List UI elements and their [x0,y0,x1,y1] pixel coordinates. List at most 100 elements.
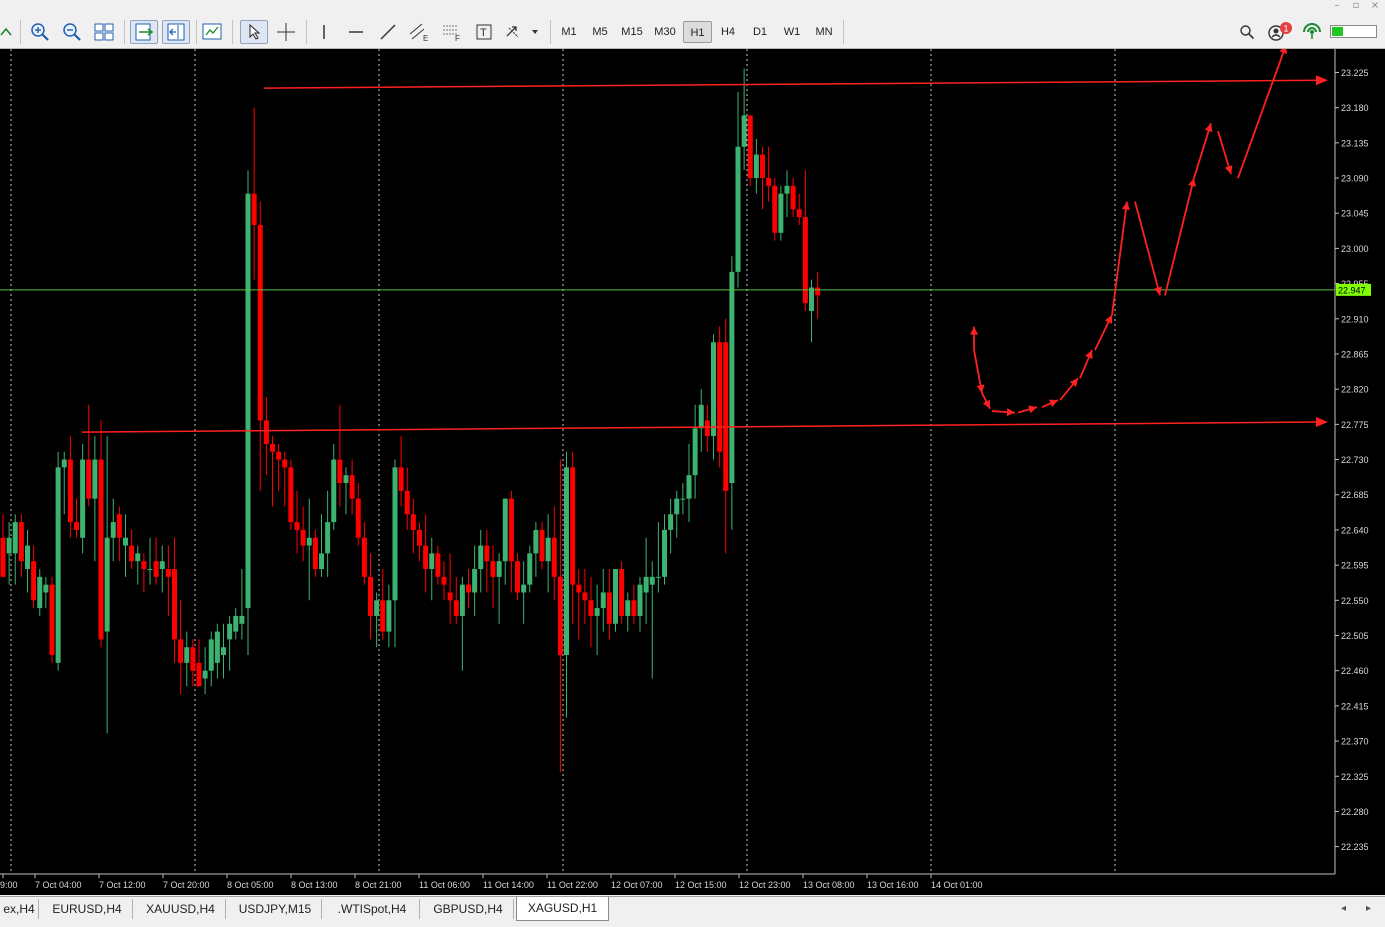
candle-body [67,459,73,523]
signal-icon[interactable] [1298,20,1326,44]
arrows-shapes-icon[interactable] [502,20,542,44]
time-tick-label: 11 Oct 06:00 [419,880,470,890]
candle-body [55,467,61,663]
price-tick-label: 22.595 [1341,561,1369,571]
account-icon[interactable]: 1 [1264,20,1294,44]
tab-xauusd-h4[interactable]: XAUUSD,H4 [136,899,226,919]
trendline-icon[interactable] [376,20,400,44]
candle-body [276,451,282,460]
timeframe-w1-button[interactable]: W1 [778,21,806,43]
toolbar-separator [843,20,844,44]
zoom-out-icon[interactable] [60,20,84,44]
candle-body [784,185,790,194]
time-tick-label: 9:00 [0,880,18,890]
candle-body [368,576,373,616]
tab-usdjpy-m15[interactable]: USDJPY,M15 [229,899,322,919]
minimize-button[interactable]: – [1330,0,1344,12]
candle-body [453,600,459,616]
candle-body [98,459,104,640]
cursor-icon[interactable] [240,20,268,44]
candle-body [582,592,588,601]
text-label-icon[interactable]: T [472,20,496,44]
timeframe-h1-button[interactable]: H1 [683,21,712,43]
candle-body [729,271,735,484]
price-tick-label: 22.910 [1341,314,1369,324]
price-tick-label: 23.045 [1341,209,1369,219]
timeframe-m30-button[interactable]: M30 [650,21,680,43]
chart-up-icon[interactable] [0,20,14,44]
tab-gbpusd-h4[interactable]: GBPUSD,H4 [423,899,514,919]
candle-body [564,467,569,656]
autoscroll-icon[interactable] [130,20,158,44]
candle-body [337,459,343,484]
candle-body [80,459,86,538]
horizontal-line-icon[interactable] [344,20,368,44]
candle-body [545,537,551,562]
tile-windows-icon[interactable] [92,20,116,44]
tabs-scroll-left-button[interactable]: ◂ [1341,903,1346,914]
candle-body [319,553,324,570]
tab-wtispot-h4[interactable]: .WTISpot,H4 [325,899,420,919]
fibonacci-icon[interactable]: F [440,20,464,44]
candle-body [668,514,674,530]
vertical-line-icon[interactable] [312,20,336,44]
timeframe-mn-button[interactable]: MN [810,21,838,43]
candle-body [490,561,496,577]
candle-body [423,545,429,570]
candle-body [325,522,331,554]
tab-eurusd-h4[interactable]: EURUSD,H4 [42,899,133,919]
candle-body [533,529,539,554]
toolbar-separator [306,20,307,44]
candle-body [233,615,239,632]
time-tick-label: 12 Oct 23:00 [739,880,791,890]
candle-body [110,522,116,538]
candle-body [398,467,404,491]
timeframe-m15-button[interactable]: M15 [617,21,647,43]
candle-body [61,459,67,468]
price-chart[interactable]: 23.225 23.180 23.135 23.090 23.045 23.000 22.9… [0,49,1385,895]
candle-body [165,569,171,577]
candle-body [625,600,631,616]
price-tick-label: 22.820 [1341,385,1369,395]
close-button[interactable]: × [1368,0,1382,12]
candle-body [527,553,533,585]
search-icon[interactable] [1236,20,1258,44]
svg-text:T: T [480,27,487,39]
price-tick-label: 22.235 [1341,842,1369,852]
candle-body [496,561,502,577]
candle-body [331,459,337,523]
price-tick-label: 22.685 [1341,490,1369,500]
candle-body [355,498,361,538]
candle-body [747,115,753,179]
candlestick-chart[interactable]: 23.225 23.180 23.135 23.090 23.045 23.000 22.9… [0,49,1385,895]
connection-status-bar [1330,20,1378,44]
tab-xagusd-h1[interactable]: XAGUSD,H1 [516,897,609,921]
chart-shift-icon[interactable] [162,20,190,44]
candle-body [711,342,716,437]
candle-body [214,631,220,663]
tab-exh4[interactable]: ex,H4 [0,899,39,919]
timeframe-m1-button[interactable]: M1 [555,21,583,43]
candle-body [790,185,796,210]
equidistant-channel-icon[interactable]: E [406,20,434,44]
candle-body [557,576,563,656]
time-tick-label: 8 Oct 21:00 [355,880,402,890]
candle-body [74,522,79,530]
templates-icon[interactable] [200,20,226,44]
restore-button[interactable]: ▫ [1349,0,1363,12]
timeframe-m5-button[interactable]: M5 [586,21,614,43]
candle-body [49,584,55,656]
tabs-scroll-right-button[interactable]: ▸ [1366,903,1371,914]
candle-body [349,475,355,499]
svg-text:E: E [423,34,428,42]
candle-body [123,537,128,546]
timeframe-h4-button[interactable]: H4 [714,21,742,43]
candle-body [637,584,643,616]
timeframe-d1-button[interactable]: D1 [746,21,774,43]
crosshair-icon[interactable] [274,20,298,44]
candle-body [343,475,349,484]
candle-body [441,576,447,585]
chart-background [0,49,1385,895]
zoom-in-icon[interactable] [28,20,52,44]
candle-body [361,537,367,577]
